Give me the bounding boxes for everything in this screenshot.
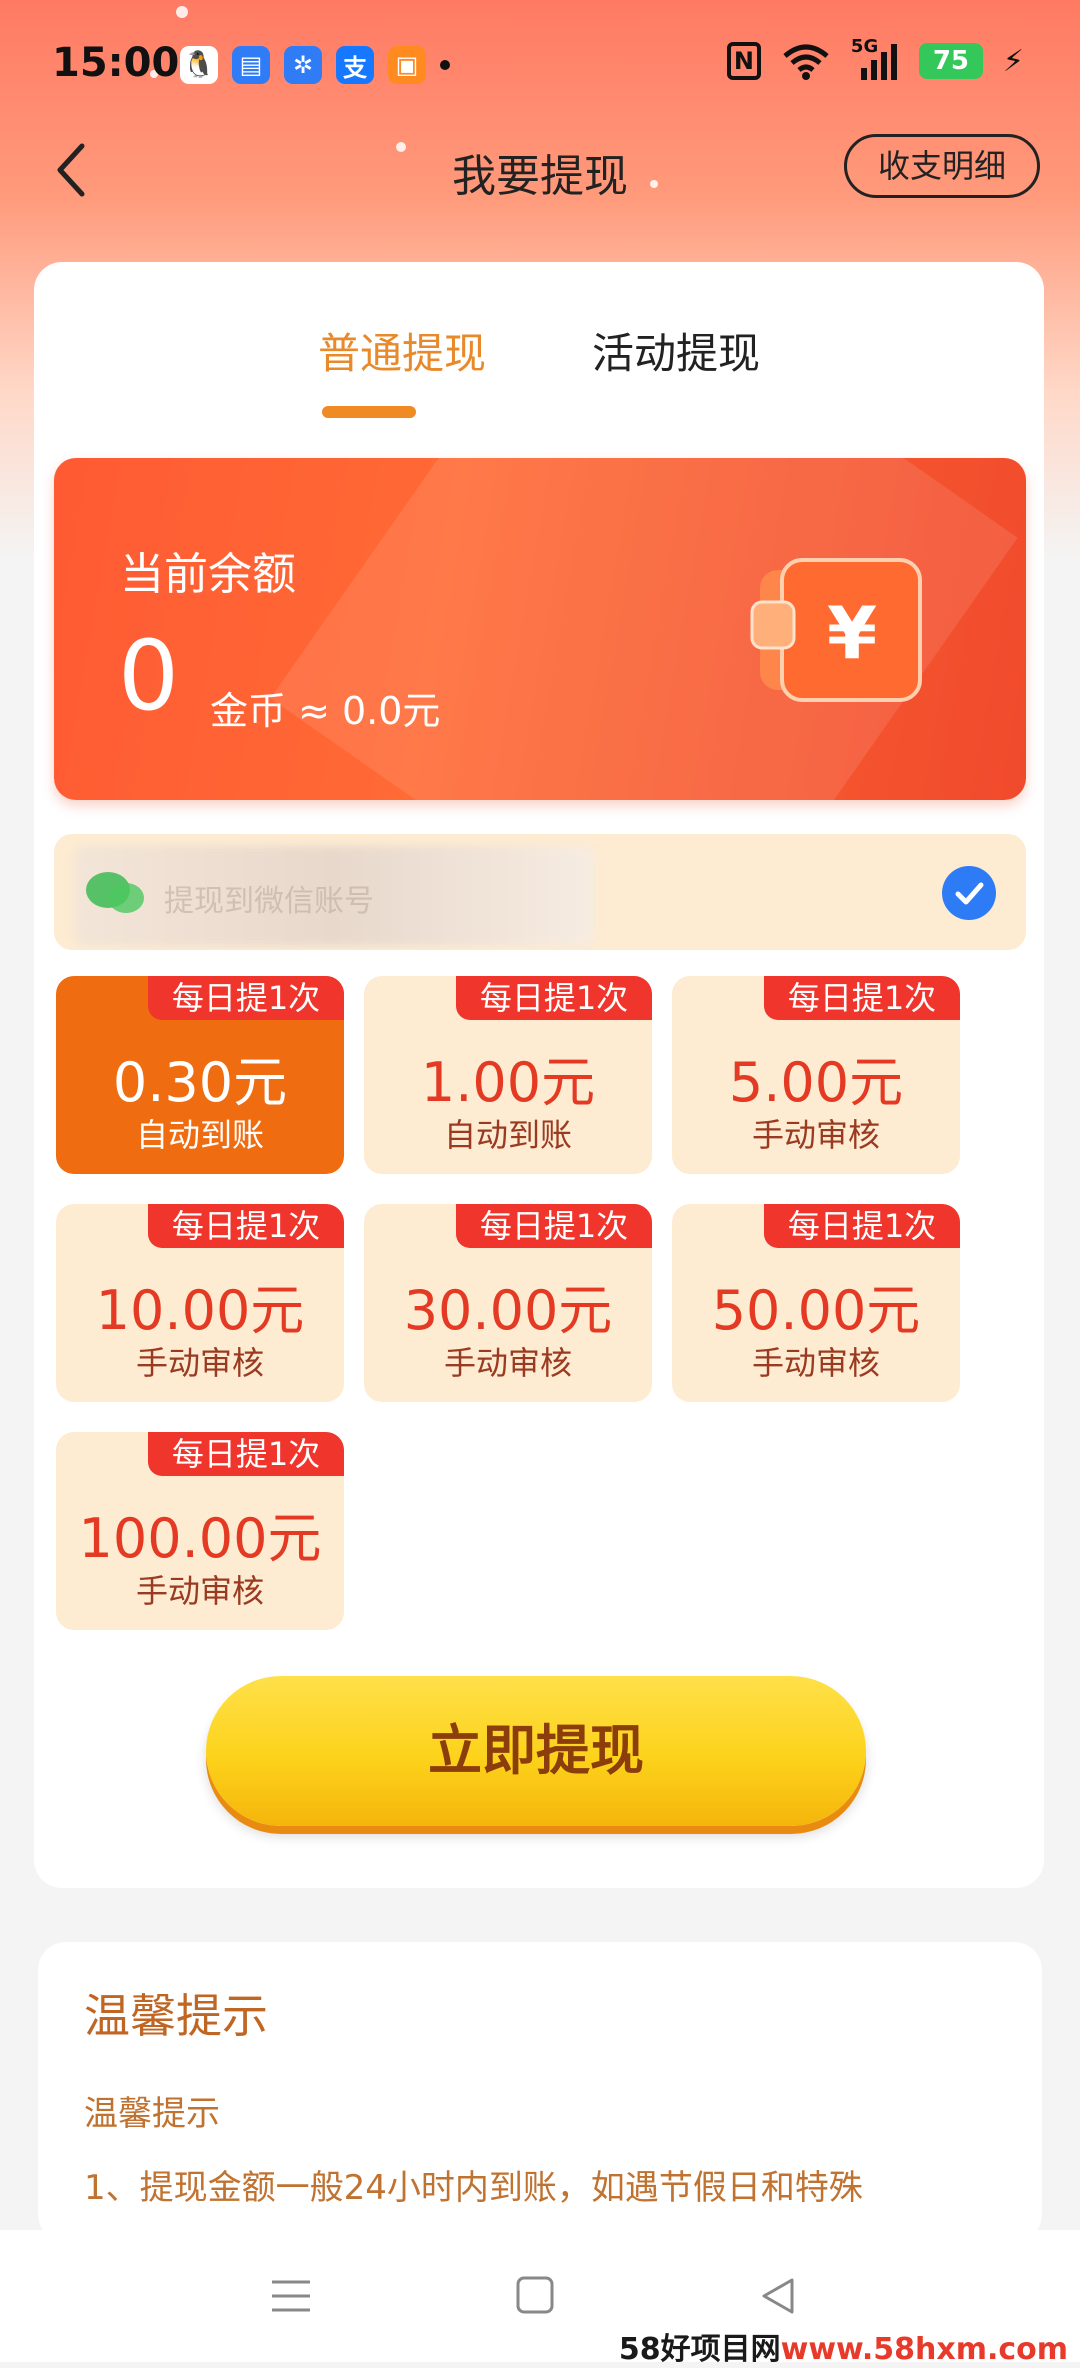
daily-limit-tag: 每日提1次 xyxy=(456,976,652,1020)
withdraw-now-button[interactable]: 立即提现 xyxy=(206,1676,866,1826)
amount-option-1-00[interactable]: 每日提1次 1.00元 自动到账 xyxy=(364,976,652,1174)
income-expense-details-button[interactable]: 收支明细 xyxy=(844,134,1040,198)
daily-limit-tag: 每日提1次 xyxy=(148,1432,344,1476)
home-square-icon[interactable] xyxy=(510,2274,560,2318)
battery-indicator: 75 xyxy=(918,43,983,79)
daily-limit-tag: 每日提1次 xyxy=(456,1204,652,1248)
amount-note: 手动审核 xyxy=(135,1572,264,1610)
svg-text:¥: ¥ xyxy=(827,591,877,675)
withdraw-card-content: 当前余额 0 金币 ≈ 0.0元 ¥ 提现到微信账号 每日提1次 0.30元 自… xyxy=(34,262,1044,1888)
tips-line-1: 1、提现金额一般24小时内到账，如遇节假日和特殊 xyxy=(84,2168,863,2208)
signal-icon: 5G xyxy=(851,36,899,80)
tips-card: 温馨提示 温馨提示 1、提现金额一般24小时内到账，如遇节假日和特殊 xyxy=(38,1942,1042,2242)
amount-note: 手动审核 xyxy=(135,1344,264,1382)
network-type: 5G xyxy=(850,36,879,57)
qq-icon: 🐧 xyxy=(180,46,218,84)
daily-limit-tag: 每日提1次 xyxy=(764,976,960,1020)
alipay-icon: 支 xyxy=(336,46,374,84)
amount-option-30-00[interactable]: 每日提1次 30.00元 手动审核 xyxy=(364,1204,652,1402)
amount-note: 自动到账 xyxy=(443,1116,572,1154)
menu-icon[interactable] xyxy=(266,2274,316,2318)
daily-limit-tag: 每日提1次 xyxy=(764,1204,960,1248)
balance-unit: 金币 ≈ 0.0元 xyxy=(210,689,441,733)
status-right: N 5G 75 ⚡ xyxy=(726,36,1024,80)
pinwheel-app-icon: ✲ xyxy=(284,46,322,84)
daily-limit-tag: 每日提1次 xyxy=(148,1204,344,1248)
amount-option-5-00[interactable]: 每日提1次 5.00元 手动审核 xyxy=(672,976,960,1174)
status-bar: 15:00 🐧 ▤ ✲ 支 ▣ N 5G 75 ⚡ xyxy=(0,0,1080,130)
amount-value: 5.00元 xyxy=(728,1051,904,1114)
amount-value: 30.00元 xyxy=(403,1279,613,1342)
amount-note: 手动审核 xyxy=(751,1116,880,1154)
more-dot-icon xyxy=(440,60,450,70)
charging-icon: ⚡ xyxy=(1002,43,1024,79)
amount-note: 手动审核 xyxy=(751,1344,880,1382)
checkmark-icon[interactable] xyxy=(942,866,996,920)
amount-options: 每日提1次 0.30元 自动到账 每日提1次 1.00元 自动到账 每日提1次 … xyxy=(56,976,1016,1636)
amount-option-50-00[interactable]: 每日提1次 50.00元 手动审核 xyxy=(672,1204,960,1402)
amount-option-0-30[interactable]: 每日提1次 0.30元 自动到账 xyxy=(56,976,344,1174)
balance-label: 当前余额 xyxy=(120,549,296,600)
nfc-icon: N xyxy=(726,42,761,80)
notification-icons: 🐧 ▤ ✲ 支 ▣ xyxy=(180,46,450,84)
amount-value: 50.00元 xyxy=(711,1279,921,1342)
wifi-icon xyxy=(783,44,829,80)
amount-note: 自动到账 xyxy=(135,1116,264,1154)
amount-option-10-00[interactable]: 每日提1次 10.00元 手动审核 xyxy=(56,1204,344,1402)
tips-subtitle: 温馨提示 xyxy=(84,2094,220,2134)
withdraw-account-row[interactable]: 提现到微信账号 xyxy=(54,834,1026,950)
amount-option-100-00[interactable]: 每日提1次 100.00元 手动审核 xyxy=(56,1432,344,1630)
tips-title: 温馨提示 xyxy=(84,1989,268,2043)
amount-value: 0.30元 xyxy=(112,1051,288,1114)
watermark: 58好项目网www.58hxm.com xyxy=(619,2324,1068,2368)
taopiaopiao-icon: ▣ xyxy=(388,46,426,84)
amount-note: 手动审核 xyxy=(443,1344,572,1382)
back-triangle-icon[interactable] xyxy=(754,2274,804,2318)
daily-limit-tag: 每日提1次 xyxy=(148,976,344,1020)
balance-card: 当前余额 0 金币 ≈ 0.0元 ¥ xyxy=(54,458,1026,800)
amount-value: 1.00元 xyxy=(420,1051,596,1114)
amount-value: 100.00元 xyxy=(78,1507,322,1570)
clock: 15:00 xyxy=(52,40,180,86)
wallet-icon: ¥ xyxy=(750,558,922,702)
account-label: 提现到微信账号 xyxy=(164,884,374,919)
wechat-icon xyxy=(86,872,144,913)
balance-value: 0 xyxy=(118,620,180,732)
messages-icon: ▤ xyxy=(232,46,270,84)
amount-value: 10.00元 xyxy=(95,1279,305,1342)
